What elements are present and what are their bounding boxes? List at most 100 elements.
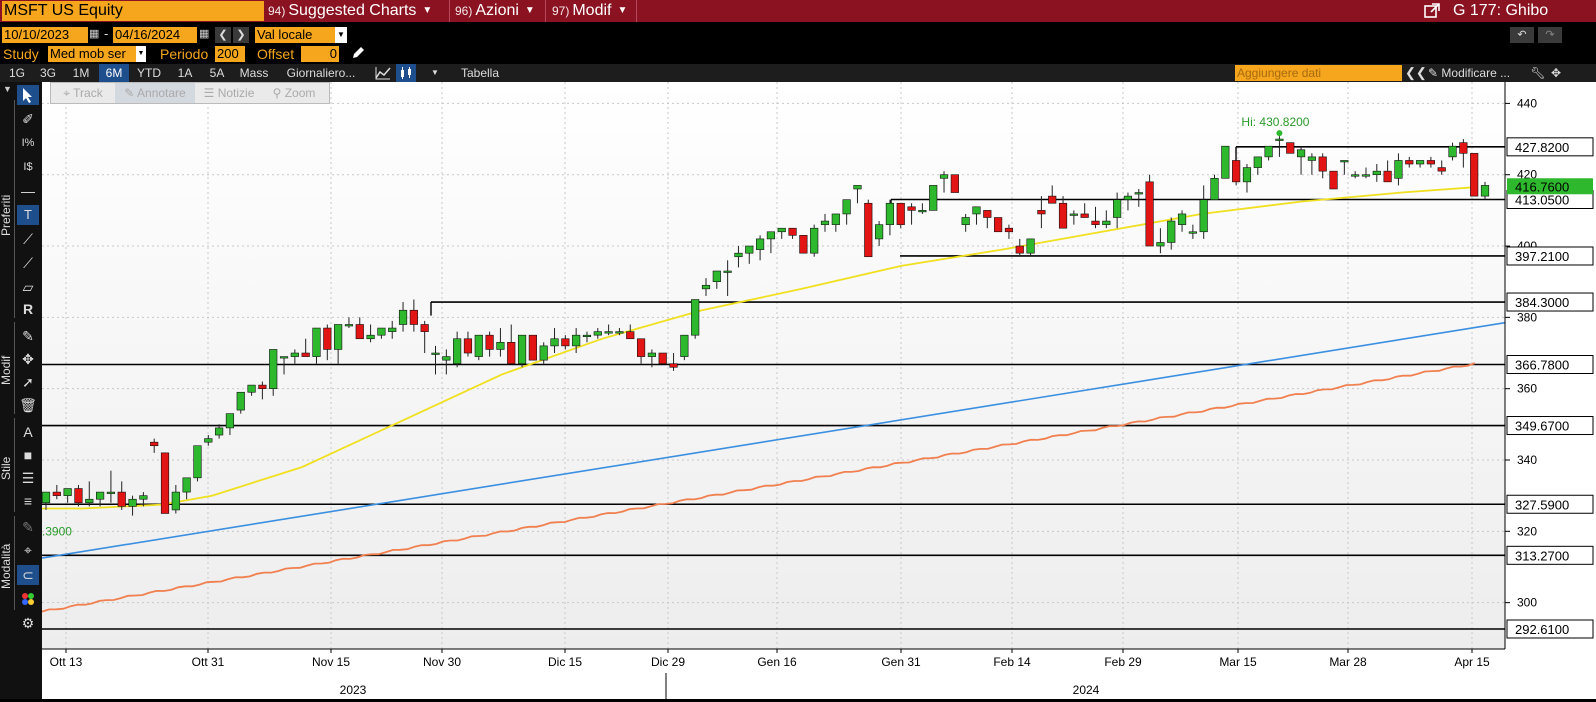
chart-area[interactable]: Hi: 430.8200 Low: 324.3900 300 320 340 360 38… <box>0 82 1596 699</box>
candle-up <box>1113 199 1122 218</box>
calendar-icon[interactable]: ▦ <box>89 27 99 40</box>
pointer-icon[interactable] <box>17 85 39 105</box>
modify-button[interactable]: ✎ Modificare ... <box>1428 64 1528 82</box>
y-tick-label: 320 <box>1517 524 1537 538</box>
line-weight-icon[interactable]: ☰ <box>17 468 39 488</box>
study-select[interactable]: Med mob ser <box>48 46 136 62</box>
candle-down <box>561 338 570 347</box>
eraser-icon[interactable]: ✎ <box>17 517 39 537</box>
period-mass[interactable]: Mass <box>236 64 272 82</box>
level-price-label: 427.8200 <box>1515 140 1569 155</box>
table-button[interactable]: Tabella <box>450 64 510 82</box>
x-tick-label: Feb 14 <box>993 655 1031 669</box>
period-3g[interactable]: 3G <box>34 64 62 82</box>
chevron-down-icon[interactable]: ▼ <box>335 27 347 43</box>
period-5a[interactable]: 5A <box>202 64 232 82</box>
ticker-field[interactable]: MSFT US Equity <box>2 1 264 21</box>
currency-select[interactable]: Val locale <box>255 27 335 43</box>
trash-icon[interactable]: 🗑︎ <box>17 395 39 415</box>
x-tick-label: Dic 29 <box>651 655 685 669</box>
annotate-label: Annotare <box>137 86 186 100</box>
double-chevron-icon[interactable]: ❮❮ <box>1405 64 1427 82</box>
redo-icon[interactable]: ↷ <box>1538 27 1562 43</box>
menu-number: 94) <box>268 4 286 18</box>
annotate-button[interactable]: ✎ Annotare <box>115 83 195 103</box>
annotate-pen-icon[interactable]: ✐ <box>17 109 39 129</box>
candle-down <box>420 324 429 332</box>
candle-chart-icon[interactable] <box>396 64 416 82</box>
offset-field[interactable]: 0 <box>301 46 339 62</box>
line-style-icon[interactable]: ≡ <box>17 491 39 511</box>
end-date-field[interactable]: 04/16/2024 <box>113 27 197 43</box>
year-label: 2023 <box>340 683 367 697</box>
modif-menu[interactable]: 97) Modif ▼ <box>552 0 627 22</box>
hline-icon[interactable]: — <box>17 181 39 201</box>
move-icon[interactable]: ✥ <box>17 349 39 369</box>
channel-icon[interactable]: ▱ <box>17 277 39 297</box>
candle-up <box>1199 199 1208 233</box>
fib-percent-icon[interactable]: I% <box>17 133 39 153</box>
news-button[interactable]: ☰ Notizie <box>195 83 263 103</box>
pencil-icon[interactable] <box>350 45 366 61</box>
trendline-icon[interactable]: ⟋ <box>17 229 39 249</box>
candle-down <box>1405 160 1414 165</box>
azioni-menu[interactable]: 96) Azioni ▼ <box>455 0 535 22</box>
candle-up <box>1361 174 1371 177</box>
candle-down <box>1459 142 1468 154</box>
track-button[interactable]: ⌖ Track <box>51 83 115 103</box>
candle-down <box>950 174 959 193</box>
period-1m[interactable]: 1M <box>66 64 96 82</box>
last-price-label: 416.7600 <box>1515 179 1569 194</box>
price-chart[interactable]: Hi: 430.8200 Low: 324.3900 300 320 340 360 38… <box>0 82 1596 699</box>
candle-down <box>1091 220 1100 225</box>
text-icon[interactable]: T <box>17 205 39 225</box>
select-arrow-icon[interactable]: ➚ <box>17 372 39 392</box>
separator <box>449 0 450 22</box>
period-1g[interactable]: 1G <box>3 64 31 82</box>
calendar-icon[interactable]: ▦ <box>199 27 209 40</box>
chevron-down-icon[interactable]: ▼ <box>136 46 146 62</box>
zoom-button[interactable]: ⚲ Zoom <box>263 83 325 103</box>
start-date-field[interactable]: 10/10/2023 <box>2 27 88 43</box>
candle-up <box>85 498 94 504</box>
period-6m[interactable]: 6M <box>99 64 129 82</box>
collapse-icon[interactable]: ▼ <box>3 84 12 94</box>
undo-icon[interactable]: ↶ <box>1510 27 1534 43</box>
snap-icon[interactable]: ⊂ <box>17 565 39 585</box>
candle-up <box>1221 145 1230 179</box>
prev-arrow-icon[interactable]: ❮ <box>215 27 231 43</box>
frequency-select[interactable]: Giornaliero... <box>280 64 362 82</box>
add-data-input[interactable]: Aggiungere dati <box>1235 65 1402 81</box>
next-arrow-icon[interactable]: ❯ <box>233 27 249 43</box>
retracement-icon[interactable]: R <box>17 299 39 319</box>
palette-icon[interactable] <box>17 589 39 609</box>
x-tick-label: Ott 13 <box>50 655 83 669</box>
period-ytd[interactable]: YTD <box>132 64 166 82</box>
candle-up <box>496 342 505 350</box>
measure-icon[interactable]: I$ <box>17 157 39 177</box>
move-icon[interactable]: ✥ <box>1548 64 1564 82</box>
line-chart-icon[interactable] <box>373 64 393 82</box>
menu-label: Suggested Charts <box>288 2 417 19</box>
candle-up <box>106 491 116 494</box>
ray-icon[interactable]: ⟋ <box>17 253 39 273</box>
magnifier-icon: ⚲ <box>272 86 285 100</box>
candle-up <box>279 356 289 359</box>
candle-down <box>1004 227 1014 233</box>
edit-pencil-icon[interactable]: ✎ <box>17 326 39 346</box>
magnet-icon[interactable]: ⌖ <box>17 540 39 560</box>
period-1a[interactable]: 1A <box>170 64 200 82</box>
pencil-icon: ✎ <box>1428 66 1439 80</box>
period-field[interactable]: 200 <box>215 46 245 62</box>
candle-up <box>453 338 462 365</box>
color-fill-icon[interactable]: ■ <box>17 445 39 465</box>
suggested-charts-menu[interactable]: 94) Suggested Charts ▼ <box>268 0 432 22</box>
level-price-label: 366.7800 <box>1515 358 1569 373</box>
chevron-down-icon[interactable]: ▼ <box>426 64 444 82</box>
popout-icon[interactable] <box>1423 2 1441 20</box>
wrench-icon[interactable]: 🔧︎ <box>1530 64 1546 82</box>
y-tick-label: 440 <box>1517 96 1537 110</box>
font-style-icon[interactable]: A <box>17 422 39 442</box>
news-icon: ☰ <box>203 86 218 100</box>
gear-icon[interactable]: ⚙ <box>17 613 39 633</box>
